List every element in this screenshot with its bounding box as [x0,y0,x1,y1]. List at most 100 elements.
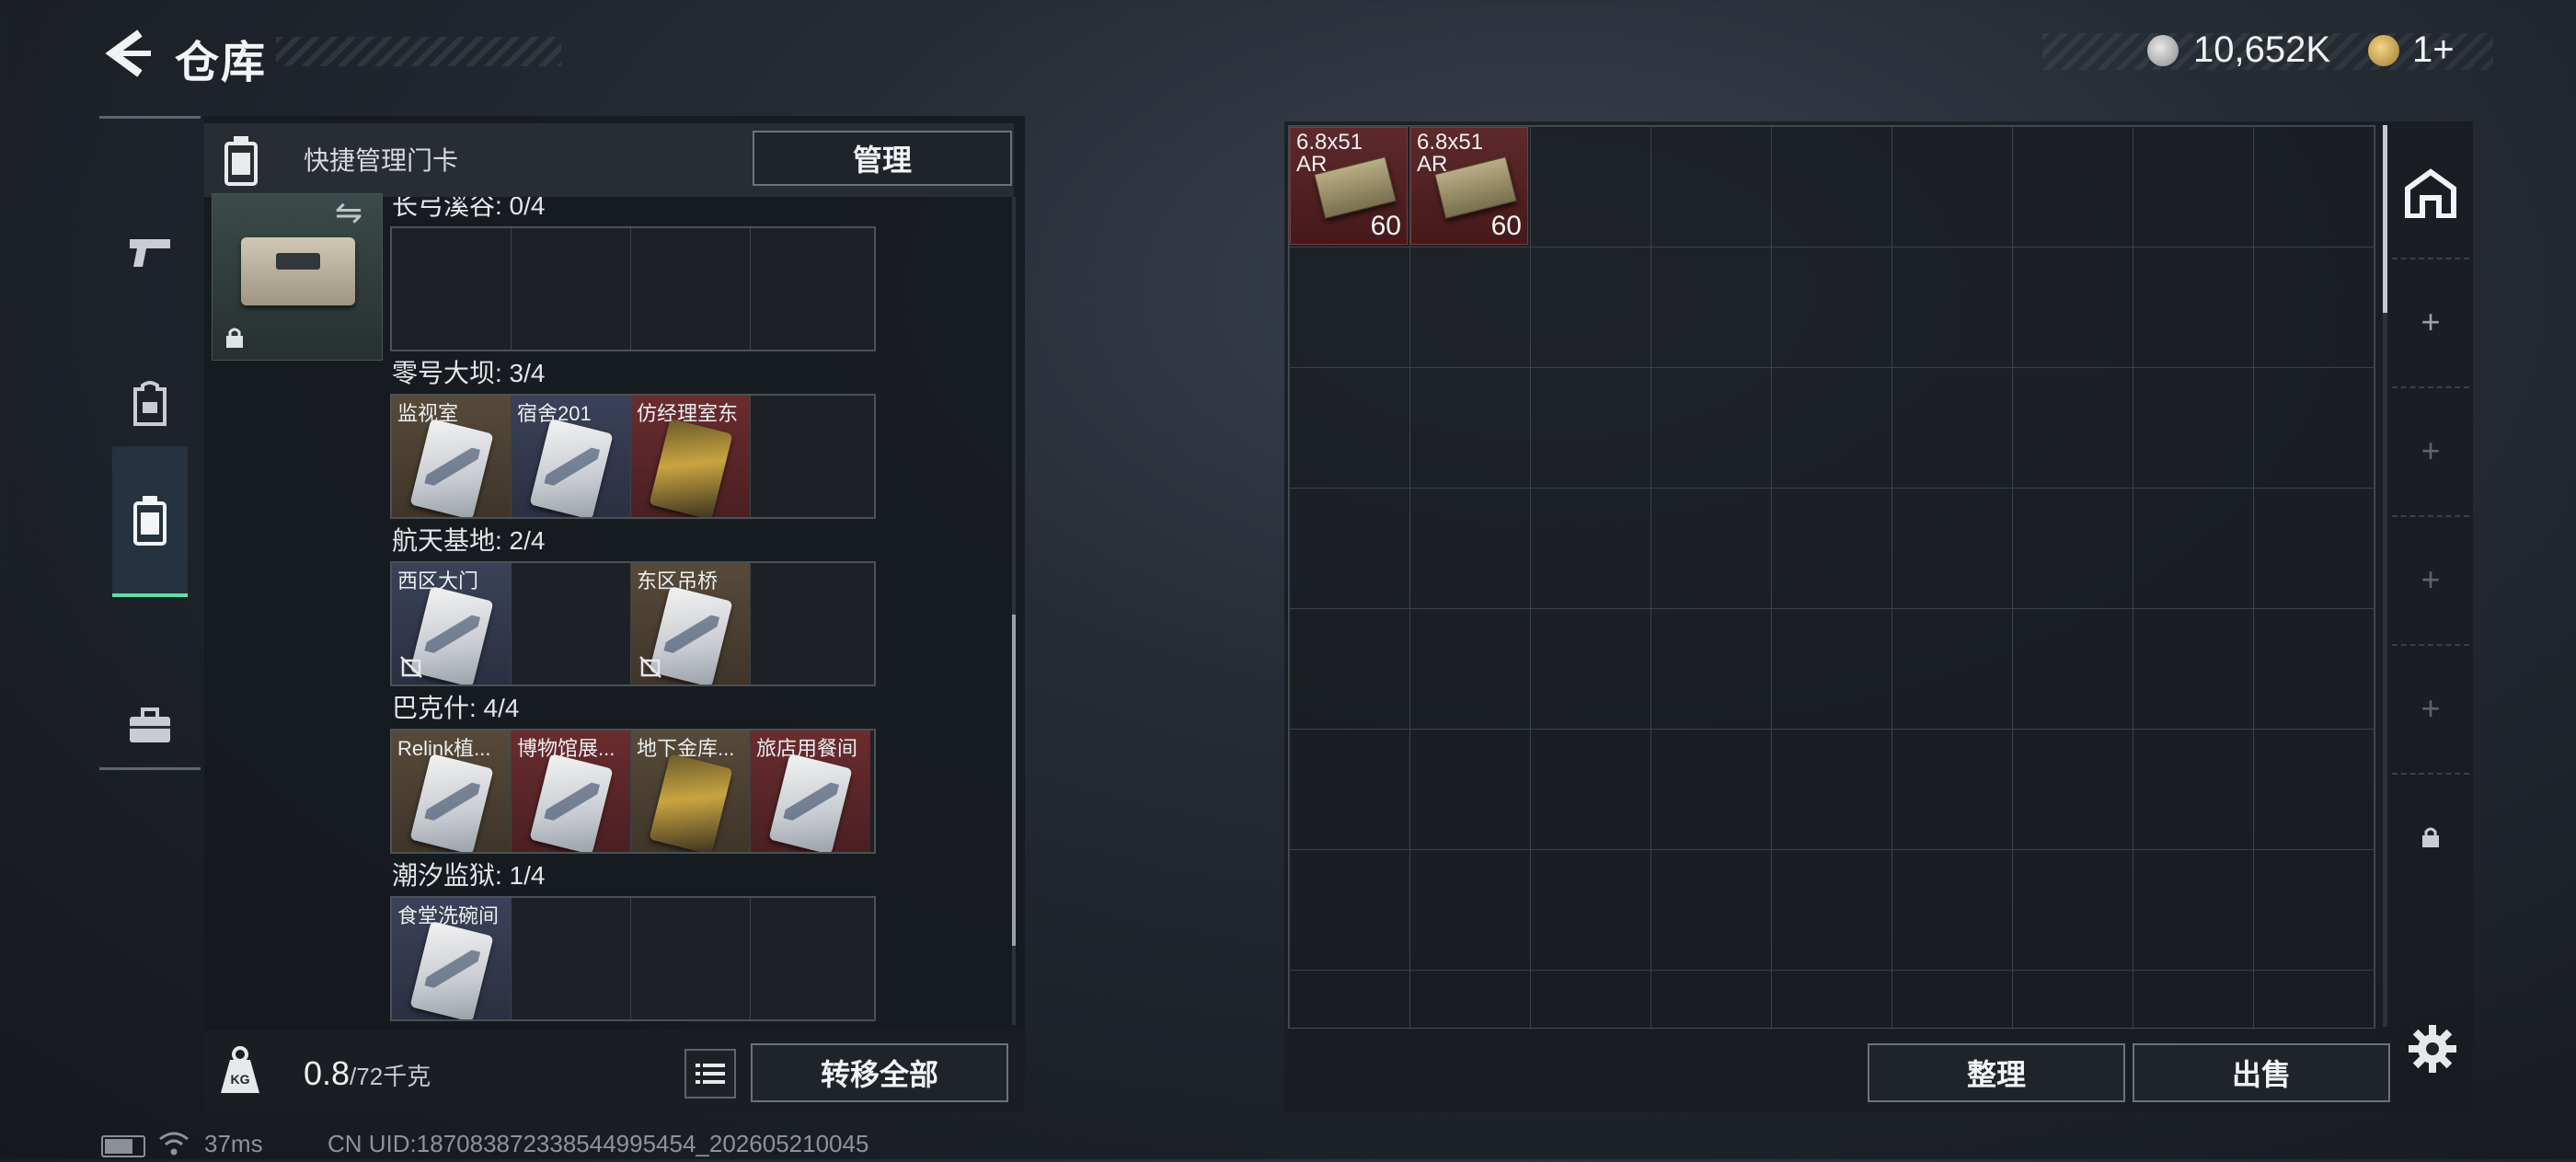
keycard-name: 监视室 [397,402,459,425]
backpack-icon [133,381,167,426]
ping-readout: 37ms [204,1130,263,1157]
group-label: 长弓溪谷: 0/4 [392,197,546,220]
keycard-slot[interactable] [512,563,631,685]
keycard-slot-row: Relink植... 博物馆展... 地下金库... 旅店用餐间 [390,729,876,854]
settings-button[interactable] [2407,1023,2458,1075]
group-label: 零号大坝: 3/4 [392,359,546,387]
keycard-slot-row: 食堂洗碗间 [390,896,876,1021]
keycard-slot[interactable] [751,396,870,517]
storage-tab-main[interactable] [2392,129,2469,259]
keycard-name: 宿舍201 [517,402,592,425]
gold-currency-value: 1+ [2412,29,2455,70]
manage-button[interactable]: 管理 [753,131,1012,186]
keycard-image [529,753,614,852]
keycard-slot[interactable] [751,563,870,685]
keycard-name: 食堂洗碗间 [397,904,500,927]
plus-icon: + [2421,689,2441,727]
storage-grid[interactable]: 6.8x51 AR 60 6.8x51 AR 60 [1288,125,2375,1029]
chevron-left-icon [105,29,151,77]
keycard-slot-row: 西区大门 东区吊桥 [390,561,876,686]
keycard-name: 东区吊桥 [637,569,719,593]
gold-coin-icon [2368,35,2399,66]
keycard-panel-title: 快捷管理门卡 [304,146,459,175]
nav-weapons[interactable] [112,178,188,326]
keycard-image [409,418,494,517]
group-label: 潮汐监狱: 1/4 [392,861,546,890]
nav-briefcase[interactable] [112,652,188,800]
ammo-count: 60 [1490,211,1522,241]
keycard-name: 仿经理室东 [637,402,739,425]
nav-keycards[interactable] [112,446,188,597]
storage-tab-add-1[interactable]: + [2392,258,2469,388]
keycard-slot[interactable] [512,898,631,1019]
keycard-slot[interactable]: 西区大门 [392,563,512,685]
keycard-slot[interactable] [392,228,512,350]
briefcase-icon [130,708,170,742]
keycard-slot[interactable]: Relink植... [392,731,512,852]
silver-coin-icon [2147,35,2179,66]
keycard-slot[interactable]: 仿经理室东 [631,396,751,517]
ammo-item[interactable]: 6.8x51 AR 60 [1410,127,1528,245]
keycard-slot[interactable] [751,898,870,1019]
ammo-item[interactable]: 6.8x51 AR 60 [1290,127,1408,245]
lock-icon [223,326,247,350]
keycard-image [409,920,494,1019]
keycard-name: 旅店用餐间 [756,737,858,760]
weight-readout: 0.8/72千克 [304,1054,431,1093]
keycard-image [529,418,614,517]
keycard-image [649,753,733,852]
home-icon [2405,168,2456,218]
storage-scroll-thumb[interactable] [2383,125,2387,313]
keycard-slot[interactable]: 博物馆展... [512,731,631,852]
keycard-slot[interactable]: 东区吊桥 [631,563,751,685]
gear-icon [2409,1025,2456,1073]
uid-readout: CN UID:18708387233854499545​4_2026052100… [328,1130,869,1157]
keycard-holder-icon [133,496,167,546]
pistol-icon [130,239,170,267]
plus-icon: + [2421,431,2441,469]
keycard-groups-list[interactable]: 长弓溪谷: 0/4 零号大坝: 3/4 监视室 宿舍201 仿经理室东 航天基地… [390,197,1016,1025]
sort-button[interactable]: 整理 [1868,1043,2125,1102]
keycard-slot[interactable] [512,228,631,350]
keycard-slot[interactable] [631,228,751,350]
keycard-slot[interactable] [631,898,751,1019]
plus-icon: + [2421,560,2441,598]
swap-icon[interactable]: ⇋ [335,193,362,232]
silver-currency-value: 10,652K [2193,29,2331,70]
weight-value: 0.8 [304,1054,351,1092]
group-label: 航天基地: 2/4 [392,526,546,555]
storage-tab-add-4[interactable]: + [2392,644,2469,775]
plus-icon: + [2421,303,2441,340]
keycard-name: Relink植... [397,737,491,760]
keycard-case-chip [276,253,320,270]
keycard-image [649,418,733,517]
keycard-image [409,753,494,852]
sell-button[interactable]: 出售 [2133,1043,2390,1102]
title-decoration [276,37,561,66]
transfer-all-button[interactable]: 转移全部 [751,1043,1008,1102]
keycard-slot[interactable]: 旅店用餐间 [751,731,870,852]
keycard-case-image [241,237,355,305]
keycard-slot[interactable]: 食堂洗碗间 [392,898,512,1019]
keycard-slot[interactable] [751,228,870,350]
keycard-slot[interactable]: 监视室 [392,396,512,517]
keycard-slot[interactable]: 宿舍201 [512,396,631,517]
ammo-name: 6.8x51 AR [1296,130,1363,177]
back-button[interactable] [99,28,155,79]
storage-tab-locked[interactable] [2392,773,2469,902]
ammo-count: 60 [1370,211,1401,241]
keycard-slot-row [390,226,876,351]
battery-level [105,1139,132,1154]
keycard-name: 地下金库... [637,737,735,760]
keycard-slot[interactable]: 地下金库... [631,731,751,852]
weight-capacity: /72千克 [350,1063,431,1090]
wifi-icon [158,1130,190,1157]
keycard-list-scroll-thumb[interactable] [1012,615,1016,946]
storage-tab-add-2[interactable]: + [2392,386,2469,517]
no-sync-icon [639,656,661,678]
keycard-case-icon [208,127,274,193]
list-view-button[interactable] [684,1049,736,1099]
lock-icon [2422,827,2439,847]
svg-text:KG: KG [231,1072,250,1087]
storage-tab-add-3[interactable]: + [2392,515,2469,646]
